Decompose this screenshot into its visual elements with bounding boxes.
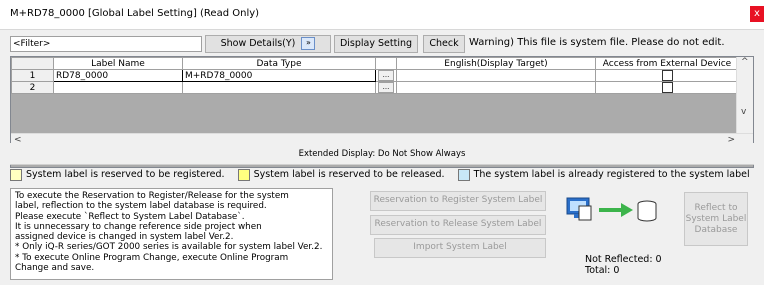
- row-number: 2: [11, 81, 54, 94]
- label-name-cell[interactable]: RD78_0000: [53, 69, 183, 82]
- external-access-cell: [595, 81, 739, 94]
- warning-message: Warning) This file is system file. Pleas…: [469, 37, 725, 48]
- external-access-checkbox[interactable]: [661, 82, 673, 93]
- reserve-register-button[interactable]: Reservation to Register System Label: [370, 191, 546, 211]
- data-type-browse-cell: ...: [375, 69, 397, 82]
- check-button[interactable]: Check: [423, 35, 465, 53]
- legend-swatch-release: [237, 168, 250, 181]
- show-details-button[interactable]: Show Details(Y) »: [205, 35, 331, 53]
- browse-button[interactable]: ...: [378, 82, 394, 93]
- reserve-release-button[interactable]: Reservation to Release System Label: [370, 215, 546, 235]
- reflect-diagram-icon: [566, 197, 657, 222]
- legend-text-register: System label is reserved to be registere…: [26, 169, 225, 180]
- english-cell[interactable]: [396, 81, 596, 94]
- data-type-cell[interactable]: [182, 81, 376, 94]
- not-reflected-count: Not Reflected: 0: [585, 254, 662, 265]
- data-type-cell[interactable]: M+RD78_0000: [182, 69, 376, 82]
- column-header-external-access[interactable]: Access from External Device: [595, 57, 739, 70]
- expand-icon: »: [301, 37, 316, 50]
- close-button[interactable]: x: [750, 6, 764, 22]
- import-system-label-button[interactable]: Import System Label: [374, 238, 546, 258]
- row-number: 1: [11, 69, 54, 82]
- column-header-data-type[interactable]: Data Type: [182, 57, 376, 70]
- display-setting-button[interactable]: Display Setting: [334, 35, 418, 53]
- browse-button[interactable]: ...: [378, 70, 394, 81]
- column-header-blank: [375, 57, 397, 70]
- table-row[interactable]: 2 ...: [11, 81, 739, 94]
- scroll-up-icon[interactable]: ^: [741, 57, 749, 67]
- reflect-database-button[interactable]: Reflect to System Label Database: [684, 192, 748, 246]
- extended-display-bar[interactable]: Extended Display: Do Not Show Always: [10, 143, 754, 165]
- scroll-down-icon[interactable]: v: [741, 107, 746, 117]
- window-title: M+RD78_0000 [Global Label Setting] (Read…: [10, 8, 260, 19]
- filter-input[interactable]: <Filter>: [10, 36, 202, 52]
- label-table: Label Name Data Type English(Display Tar…: [11, 57, 739, 94]
- show-details-label: Show Details(Y): [220, 38, 296, 49]
- label-name-cell[interactable]: [53, 81, 183, 94]
- column-header-english[interactable]: English(Display Target): [396, 57, 596, 70]
- toolbar: <Filter> Show Details(Y) » Display Setti…: [0, 33, 764, 53]
- total-count: Total: 0: [585, 265, 620, 276]
- legend-swatch-registered: [457, 168, 470, 181]
- external-access-checkbox[interactable]: [661, 70, 673, 81]
- english-cell[interactable]: [396, 69, 596, 82]
- data-type-browse-cell: ...: [375, 81, 397, 94]
- corner-cell: [11, 57, 54, 70]
- info-textbox: To execute the Reservation to Register/R…: [10, 188, 333, 280]
- column-header-label-name[interactable]: Label Name: [53, 57, 183, 70]
- table-header-row: Label Name Data Type English(Display Tar…: [11, 57, 739, 70]
- legend-swatch-register: [10, 168, 22, 181]
- external-access-cell: [595, 69, 739, 82]
- table-row[interactable]: 1 RD78_0000 M+RD78_0000 ...: [11, 69, 739, 82]
- vertical-scrollbar[interactable]: ^ v: [736, 57, 753, 133]
- legend-text-release: System label is reserved to be released.: [253, 169, 445, 180]
- status-legend: System label is reserved to be registere…: [10, 165, 754, 200]
- title-bar: M+RD78_0000 [Global Label Setting] (Read…: [0, 0, 764, 30]
